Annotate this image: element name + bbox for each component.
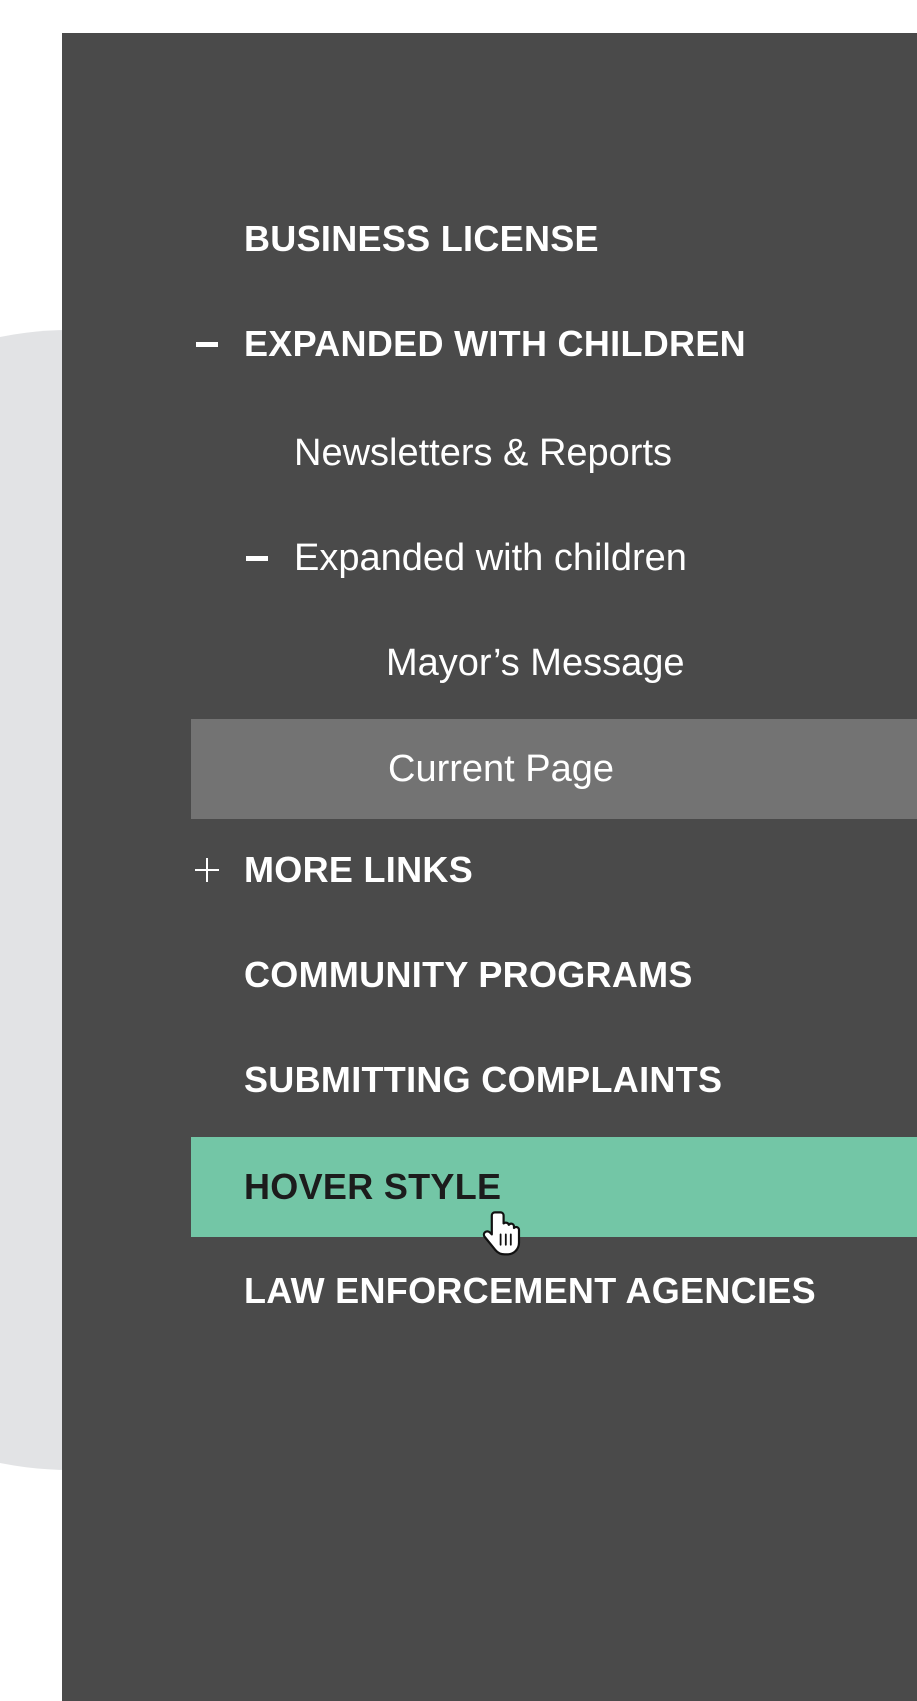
nav-item-more-links[interactable]: MORE LINKS — [191, 820, 917, 920]
nav-item-label: SUBMITTING COMPLAINTS — [244, 1059, 723, 1100]
nav-item-label: BUSINESS LICENSE — [244, 218, 599, 259]
nav-subitem-current-page[interactable]: Current Page — [191, 719, 917, 819]
collapse-minus-icon[interactable] — [241, 538, 273, 578]
nav-item-label: Newsletters & Reports — [294, 431, 673, 474]
nav-item-label: MORE LINKS — [244, 849, 474, 890]
nav-item-label: LAW ENFORCEMENT AGENCIES — [244, 1270, 816, 1311]
nav-item-law-enforcement-agencies[interactable]: LAW ENFORCEMENT AGENCIES — [191, 1241, 917, 1341]
nav-item-label: Mayor’s Message — [386, 641, 685, 684]
nav-item-label: EXPANDED WITH CHILDREN — [244, 323, 746, 364]
collapse-minus-icon[interactable] — [191, 324, 223, 364]
nav-item-hover-style[interactable]: HOVER STYLE — [191, 1137, 917, 1237]
hand-pointer-icon — [482, 1211, 521, 1256]
nav-subitem-expanded-with-children[interactable]: Expanded with children — [191, 508, 917, 608]
page: BUSINESS LICENSE EXPANDED WITH CHILDREN … — [0, 0, 917, 1701]
nav-item-label: HOVER STYLE — [244, 1166, 502, 1207]
nav-item-label: Current Page — [388, 747, 615, 790]
nav-subitem-newsletters-reports[interactable]: Newsletters & Reports — [191, 403, 917, 503]
nav-item-label: Expanded with children — [294, 536, 687, 579]
nav-subitem-mayors-message[interactable]: Mayor’s Message — [191, 613, 917, 713]
nav-item-expanded-with-children[interactable]: EXPANDED WITH CHILDREN — [191, 294, 917, 394]
nav-item-business-license[interactable]: BUSINESS LICENSE — [191, 189, 917, 289]
expand-plus-icon[interactable] — [191, 850, 223, 890]
nav-item-submitting-complaints[interactable]: SUBMITTING COMPLAINTS — [191, 1030, 917, 1130]
nav-item-label: COMMUNITY PROGRAMS — [244, 954, 693, 995]
nav-item-community-programs[interactable]: COMMUNITY PROGRAMS — [191, 925, 917, 1025]
